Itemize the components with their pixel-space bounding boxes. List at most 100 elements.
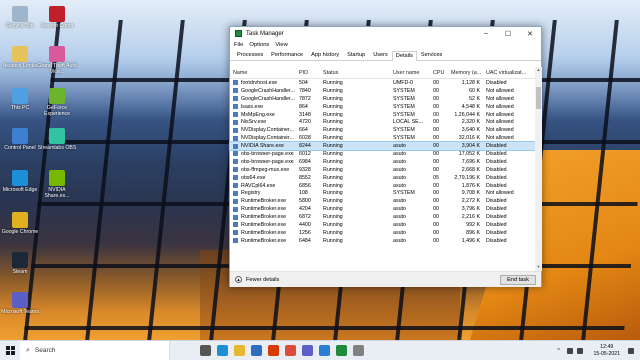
table-row[interactable]: obs-browser-page.exe 6984 Running asuto 00 7,… <box>230 158 535 166</box>
network-icon[interactable] <box>567 347 574 354</box>
table-row[interactable]: GoogleCrashHandler... 7872 Running SYSTEM 00… <box>230 95 535 103</box>
menu-file[interactable]: File <box>234 42 243 48</box>
table-row[interactable]: NVDisplay.Container... 664 Running SYSTEM 00… <box>230 126 535 134</box>
table-cell: 6028 <box>299 135 311 142</box>
column-header[interactable]: UAC virtualizat... <box>483 70 531 76</box>
table-row[interactable]: RuntimeBroker.exe 4204 Running asuto 00 3,796… <box>230 205 535 213</box>
tab-startup[interactable]: Startup <box>343 50 369 60</box>
menu-view[interactable]: View <box>275 42 287 48</box>
table-row[interactable]: obs-browser-page.exe 6012 Running asuto 00 17… <box>230 150 535 158</box>
table-cell: 00 <box>433 221 439 228</box>
vertical-scrollbar[interactable]: ▲ ▼ <box>535 67 542 271</box>
taskbar-app-icon[interactable] <box>353 345 364 356</box>
table-cell: Not allowed <box>486 103 514 110</box>
title-bar[interactable]: Task Manager – ☐ ✕ <box>230 27 541 40</box>
table-row[interactable]: NVDisplay.Container... 6028 Running SYSTEM 0… <box>230 134 535 142</box>
tab-performance[interactable]: Performance <box>267 50 307 60</box>
nvidia-share-icon <box>49 170 65 186</box>
desktop-icon-label: Asutosh Lenka <box>2 63 38 69</box>
table-cell: Not allowed <box>486 127 514 134</box>
teams-icon[interactable] <box>302 345 313 356</box>
table-row[interactable]: Registry 108 Running SYSTEM 00 9,708 K Not all… <box>230 189 535 197</box>
desktop-icon[interactable]: Microsoft Teams <box>0 292 40 316</box>
table-row[interactable]: RAVCpl64.exe 6856 Running asuto 00 1,876 K Dis… <box>230 182 535 190</box>
fewer-details-link[interactable]: ▲ Fewer details <box>235 276 500 283</box>
maximize-button[interactable]: ☐ <box>497 27 519 40</box>
table-row[interactable]: RuntimeBroker.exe 1256 Running asuto 00 896 K… <box>230 229 535 237</box>
table-cell: Not allowed <box>486 135 514 142</box>
column-header[interactable]: Status <box>320 70 390 76</box>
tab-users[interactable]: Users <box>369 50 392 60</box>
table-row[interactable]: NVIDIA Share.exe 8244 Running asuto 00 3,904 … <box>229 141 536 152</box>
table-row[interactable]: RuntimeBroker.exe 6484 Running asuto 00 1,496… <box>230 237 535 245</box>
process-icon <box>233 238 238 244</box>
chrome-icon[interactable] <box>285 345 296 356</box>
table-row[interactable]: obs-ffmpeg-mux.exe 9328 Running asuto 00 2,66… <box>230 166 535 174</box>
task-manager-icon[interactable] <box>336 345 347 356</box>
column-header[interactable]: CPU <box>430 70 448 76</box>
process-name: obs-ffmpeg-mux.exe <box>241 166 290 173</box>
scroll-thumb[interactable] <box>536 87 541 109</box>
tab-details[interactable]: Details <box>391 51 417 61</box>
tab-app-history[interactable]: App history <box>307 50 343 60</box>
taskbar-app-icon[interactable] <box>319 345 330 356</box>
desktop-icon[interactable]: Assetto Corsa <box>37 6 77 30</box>
close-button[interactable]: ✕ <box>519 27 541 40</box>
table-row[interactable]: lsass.exe 864 Running SYSTEM 00 4,548 K Not al… <box>230 103 535 111</box>
file-explorer-icon[interactable] <box>234 345 245 356</box>
search-box[interactable]: ⌕ Search <box>20 340 170 360</box>
table-cell: 00 <box>433 119 439 126</box>
table-row[interactable]: NisSrv.exe 4720 Running LOCAL SE... 00 2,320 … <box>230 118 535 126</box>
task-view-icon[interactable] <box>200 345 211 356</box>
start-button[interactable] <box>0 341 20 360</box>
table-cell: 00 <box>433 95 439 102</box>
table-row[interactable]: RuntimeBroker.exe 5800 Running asuto 00 2,272… <box>230 197 535 205</box>
column-header[interactable]: User name <box>390 70 430 76</box>
scroll-up-icon[interactable]: ▲ <box>535 67 542 74</box>
office-icon[interactable] <box>268 345 279 356</box>
table-row[interactable]: MsMpEng.exe 3148 Running SYSTEM 00 1,26,044 K… <box>230 111 535 119</box>
end-task-button[interactable]: End task <box>500 274 536 285</box>
process-name: obs-browser-page.exe <box>241 150 294 157</box>
desktop-icon[interactable]: Recycle Bin <box>0 6 40 30</box>
table-row[interactable]: fontdrvhost.exe 504 Running UMFD-0 00 1,128 K… <box>230 79 535 87</box>
desktop-icon[interactable]: Control Panel <box>0 128 40 152</box>
volume-icon[interactable] <box>577 347 584 354</box>
tab-processes[interactable]: Processes <box>233 50 267 60</box>
table-cell: Running <box>323 95 343 102</box>
table-row[interactable]: obs64.exe 8552 Running asuto 05 2,79,196 K Dis… <box>230 174 535 182</box>
column-header[interactable]: Name <box>230 70 296 76</box>
desktop-icon[interactable]: Streamlabs OBS <box>37 128 77 152</box>
desktop-icon[interactable]: Google Chrome <box>0 212 40 236</box>
table-cell: 1,496 K <box>461 237 480 244</box>
system-tray: ^ 12:49 15-05-2021 <box>557 344 640 357</box>
desktop-icon[interactable]: Steam <box>0 252 40 276</box>
column-header[interactable]: Memory (a... <box>448 70 483 76</box>
menu-options[interactable]: Options <box>249 42 269 48</box>
desktop-icon[interactable]: NVIDIA Share.ex... <box>37 170 77 200</box>
table-row[interactable]: RuntimeBroker.exe 6872 Running asuto 00 2,216… <box>230 213 535 221</box>
desktop-icon-label: Microsoft Teams <box>1 309 39 315</box>
minimize-button[interactable]: – <box>475 27 497 40</box>
desktop-icon[interactable]: GeForce Experience <box>37 88 77 118</box>
clock[interactable]: 12:49 15-05-2021 <box>593 344 620 356</box>
notifications-icon[interactable] <box>628 347 634 354</box>
column-header[interactable]: PID <box>296 70 320 76</box>
tab-services[interactable]: Services <box>417 50 446 60</box>
scroll-down-icon[interactable]: ▼ <box>535 264 542 271</box>
table-row[interactable]: RuntimeBroker.exe 4400 Running asuto 00 992 K… <box>230 221 535 229</box>
desktop-icon[interactable]: Asutosh Lenka <box>0 46 40 70</box>
chevron-up-icon[interactable]: ^ <box>557 348 563 354</box>
desktop-icon[interactable]: Microsoft Edge <box>0 170 40 194</box>
table-cell: 2,79,196 K <box>454 174 480 181</box>
table-cell: 60 K <box>469 87 480 94</box>
store-icon[interactable] <box>251 345 262 356</box>
table-cell: 4,548 K <box>461 103 480 110</box>
desktop-icon[interactable]: Grand Theft Auto Vice... <box>37 46 77 76</box>
tab-bar: Processes Performance App history Startup Us… <box>230 50 541 61</box>
table-cell: GoogleCrashHandler... <box>230 96 296 102</box>
edge-icon[interactable] <box>217 345 228 356</box>
desktop-icon[interactable]: This PC <box>0 88 40 112</box>
table-row[interactable]: GoogleCrashHandler... 7840 Running SYSTEM 00… <box>230 87 535 95</box>
table-cell: 3,640 K <box>461 127 480 134</box>
